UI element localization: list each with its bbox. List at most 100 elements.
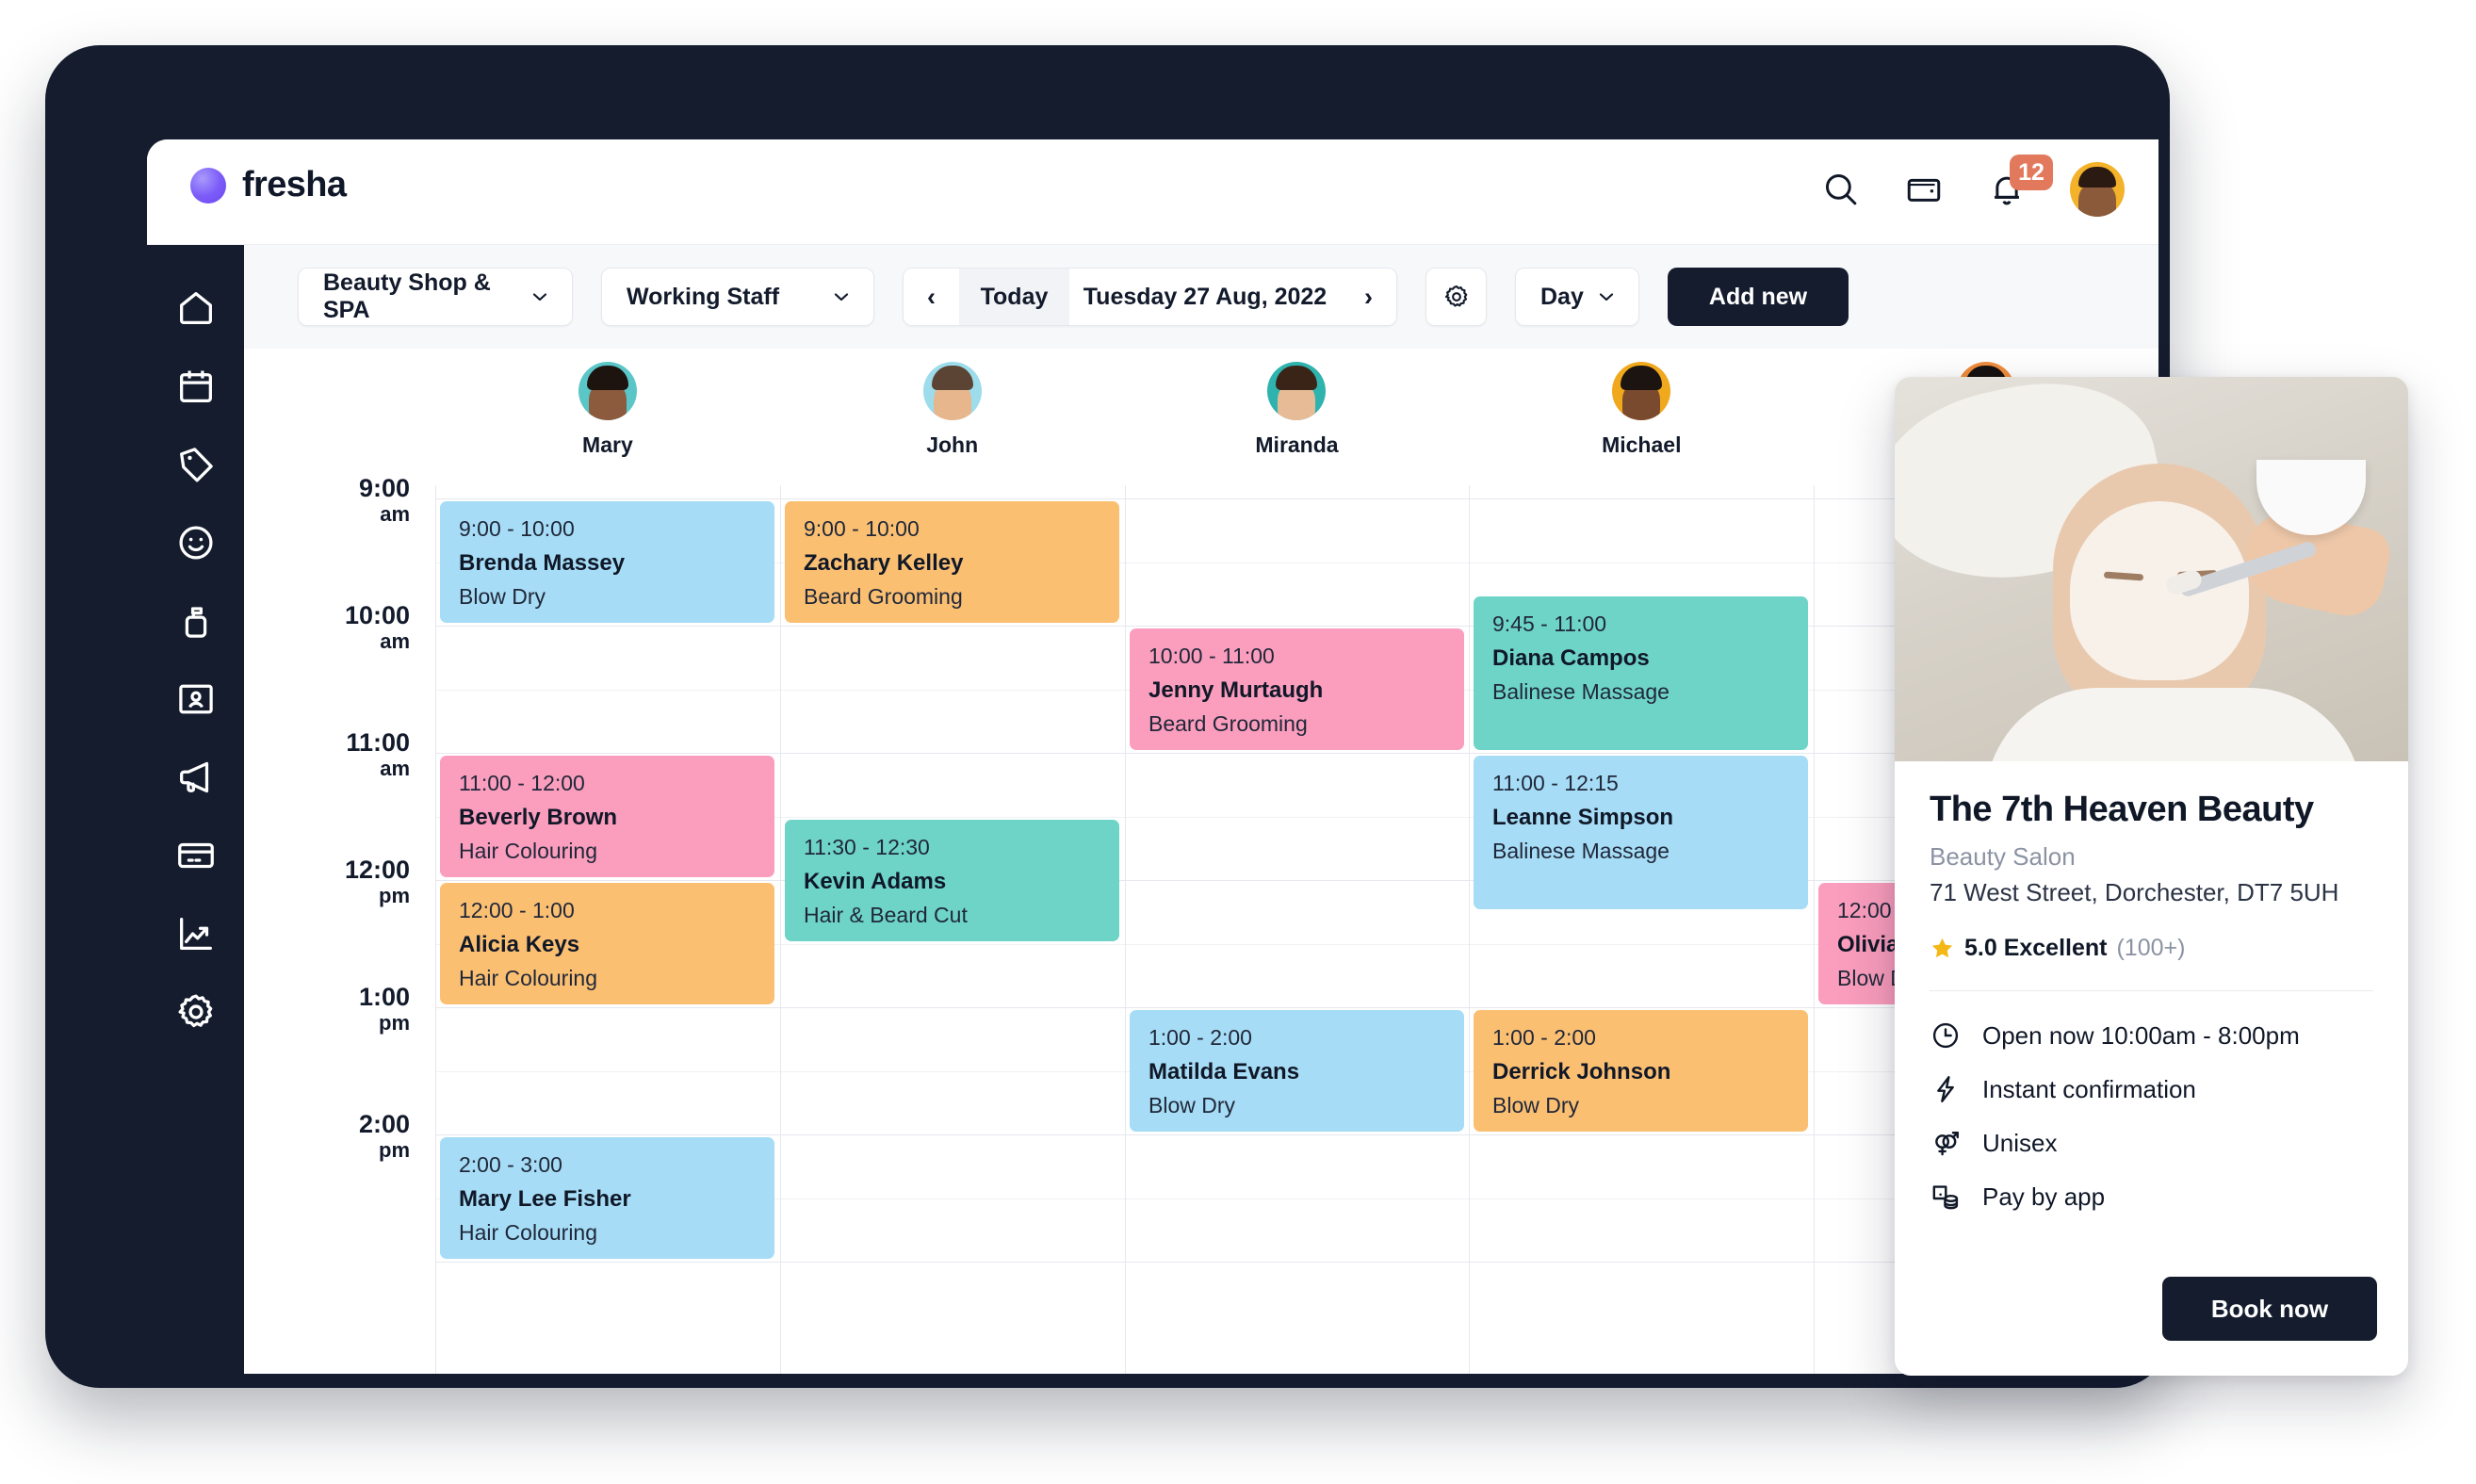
appointment-service: Hair Colouring [459, 1220, 598, 1245]
grid-column-line [780, 485, 781, 1374]
time-label: 10:00 am [345, 603, 410, 652]
appointment-service: Hair & Beard Cut [804, 902, 968, 927]
sidebar-item-products[interactable] [174, 599, 218, 643]
business-card-body: The 7th Heaven Beauty Beauty Salon 71 We… [1895, 761, 2408, 1213]
sidebar-item-reports[interactable] [174, 912, 218, 955]
staff-filter-select[interactable]: Working Staff [601, 268, 874, 326]
time-label-hour: 10:00 [344, 601, 410, 629]
feature-label: Unisex [1982, 1128, 2058, 1157]
feature-item: Instant confirmation [1930, 1073, 2373, 1105]
sidebar-item-sales[interactable] [174, 443, 218, 486]
date-navigator: ‹ Today Tuesday 27 Aug, 2022 › [903, 268, 1397, 326]
appointment-card[interactable]: 12:00 - 1:00 Alicia Keys Hair Colouring [440, 883, 774, 1004]
book-now-button[interactable]: Book now [2162, 1277, 2377, 1341]
avatar[interactable] [2070, 162, 2125, 217]
time-label-hour: 12:00 [344, 856, 410, 884]
location-select-value: Beauty Shop & SPA [323, 269, 491, 323]
sidebar [147, 245, 244, 1374]
staff-avatar-hair [586, 366, 628, 390]
search-icon[interactable] [1821, 170, 1861, 209]
appointment-service: Hair Colouring [459, 839, 598, 863]
time-label-meridiem: am [380, 629, 410, 653]
appointment-card[interactable]: 9:45 - 11:00 Diana Campos Balinese Massage [1474, 596, 1808, 750]
bell-icon[interactable]: 12 [1987, 155, 2053, 209]
staff-filter-value: Working Staff [627, 283, 780, 310]
location-select[interactable]: Beauty Shop & SPA [298, 268, 573, 326]
chevron-down-icon [830, 285, 853, 308]
sidebar-item-payments[interactable] [174, 834, 218, 877]
staff-avatar[interactable] [578, 362, 637, 420]
appointment-card[interactable]: 1:00 - 2:00 Matilda Evans Blow Dry [1130, 1010, 1464, 1132]
screenshot-root: fresha 12 Beauty Shop & SPA Working Staf… [0, 0, 2476, 1484]
rating-value: 5.0 Excellent [1964, 935, 2108, 961]
appointment-time: 11:00 - 12:00 [459, 771, 585, 795]
appointment-client: Matilda Evans [1148, 1059, 1300, 1084]
current-date-label[interactable]: Tuesday 27 Aug, 2022 [1069, 269, 1341, 325]
calendar-settings-button[interactable] [1425, 268, 1487, 326]
fresha-logo-icon [190, 167, 226, 204]
appointment-client: Beverly Brown [459, 805, 618, 830]
photo-shoulder [1985, 688, 2362, 761]
view-select-value: Day [1540, 283, 1584, 310]
appointment-card[interactable]: 9:00 - 10:00 Brenda Massey Blow Dry [440, 501, 774, 623]
appointment-client: Brenda Massey [459, 550, 626, 576]
time-label-meridiem: pm [379, 1138, 410, 1162]
appointment-client: Alicia Keys [459, 932, 580, 957]
appointment-time: 9:45 - 11:00 [1492, 612, 1607, 637]
star-icon [1930, 936, 1955, 961]
appointment-client: Mary Lee Fisher [459, 1186, 631, 1212]
sidebar-item-home[interactable] [174, 286, 218, 330]
add-new-button[interactable]: Add new [1668, 268, 1849, 326]
staff-avatar[interactable] [922, 362, 982, 420]
appointment-time: 11:30 - 12:30 [804, 834, 930, 859]
top-bar-actions: 12 [1821, 155, 2125, 217]
rating-row: 5.0 Excellent (100+) [1930, 935, 2373, 962]
sidebar-item-team[interactable] [174, 677, 218, 721]
today-button[interactable]: Today [959, 269, 1069, 325]
feature-item: Open now 10:00am - 8:00pm [1930, 1019, 2373, 1052]
gear-icon [1444, 285, 1467, 307]
staff-avatar[interactable] [1612, 362, 1671, 420]
appointment-client: Jenny Murtaugh [1148, 677, 1324, 703]
appointment-service: Balinese Massage [1492, 679, 1670, 705]
appointment-client: Diana Campos [1492, 645, 1650, 672]
next-day-button[interactable]: › [1341, 269, 1396, 325]
wallet-icon[interactable] [1904, 170, 1944, 209]
staff-avatar-hair [1276, 366, 1318, 390]
rating-count: (100+) [2116, 935, 2186, 961]
staff-avatar[interactable] [1267, 362, 1327, 420]
appointment-card[interactable]: 11:30 - 12:30 Kevin Adams Hair & Beard Cut [785, 819, 1119, 941]
appointment-card[interactable]: 2:00 - 3:00 Mary Lee Fisher Hair Colouring [440, 1137, 774, 1259]
view-select[interactable]: Day [1515, 268, 1639, 326]
appointment-card[interactable]: 1:00 - 2:00 Derrick Johnson Blow Dry [1474, 1010, 1808, 1132]
time-label-hour: 9:00 [358, 474, 410, 502]
appointment-card[interactable]: 9:00 - 10:00 Zachary Kelley Beard Grooming [785, 501, 1119, 623]
appointment-card[interactable]: 11:00 - 12:15 Leanne Simpson Balinese Mass… [1474, 756, 1808, 909]
sidebar-item-clients[interactable] [174, 521, 218, 564]
appointment-service: Hair Colouring [459, 966, 598, 990]
appointment-service: Blow Dry [459, 584, 546, 609]
sidebar-item-marketing[interactable] [174, 756, 218, 799]
brand-logo[interactable]: fresha [190, 165, 347, 205]
appointment-time: 1:00 - 2:00 [1148, 1025, 1252, 1050]
prev-day-button[interactable]: ‹ [904, 269, 959, 325]
time-label: 11:00 am [346, 730, 410, 779]
appointment-card[interactable]: 11:00 - 12:00 Beverly Brown Hair Colouring [440, 756, 774, 877]
time-label: 12:00 pm [345, 857, 410, 906]
app-screen: fresha 12 Beauty Shop & SPA Working Staf… [147, 139, 2158, 1374]
divider [1930, 990, 2373, 991]
staff-column-miranda[interactable]: Miranda [1125, 349, 1470, 485]
business-title: The 7th Heaven Beauty [1930, 790, 2314, 829]
brand-name: fresha [242, 165, 347, 204]
appointment-service: Blow Dry [1148, 1093, 1236, 1117]
staff-column-john[interactable]: John [780, 349, 1125, 485]
sidebar-item-calendar[interactable] [174, 365, 218, 408]
staff-column-mary[interactable]: Mary [435, 349, 780, 485]
appointment-card[interactable]: 10:00 - 11:00 Jenny Murtaugh Beard Groomin… [1130, 628, 1464, 750]
staff-column-michael[interactable]: Michael [1469, 349, 1814, 485]
sidebar-item-settings[interactable] [174, 990, 218, 1034]
business-card: The 7th Heaven Beauty Beauty Salon 71 We… [1895, 377, 2408, 1376]
time-label: 1:00 pm [359, 985, 410, 1034]
time-label-meridiem: pm [379, 884, 410, 907]
appointment-time: 1:00 - 2:00 [1492, 1025, 1596, 1050]
